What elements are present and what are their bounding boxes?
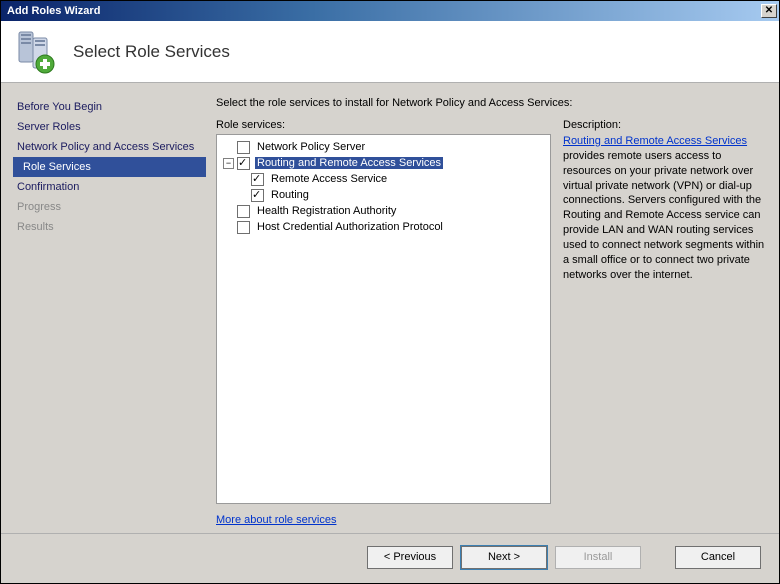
- instruction-text: Select the role services to install for …: [216, 97, 765, 109]
- server-icon: [15, 30, 55, 74]
- wizard-sidebar: Before You Begin Server Roles Network Po…: [1, 83, 206, 533]
- titlebar: Add Roles Wizard ✕: [1, 1, 779, 21]
- tree-item-routing[interactable]: Routing: [219, 187, 548, 203]
- collapse-icon[interactable]: −: [223, 158, 234, 169]
- sidebar-item-results: Results: [15, 217, 206, 237]
- sidebar-item-server-roles[interactable]: Server Roles: [15, 117, 206, 137]
- description-label: Description:: [563, 119, 765, 131]
- wizard-header: Select Role Services: [1, 21, 779, 83]
- role-services-tree[interactable]: Network Policy Server − Routing and Remo…: [216, 134, 551, 504]
- install-button: Install: [555, 546, 641, 569]
- description-body: Routing and Remote Access Services provi…: [563, 134, 765, 282]
- tree-item-ras[interactable]: Remote Access Service: [219, 171, 548, 187]
- tree-label-ras: Remote Access Service: [269, 173, 389, 185]
- checkbox-hcap[interactable]: [237, 221, 250, 234]
- more-about-link[interactable]: More about role services: [216, 504, 551, 528]
- checkbox-nps[interactable]: [237, 141, 250, 154]
- tree-label-routing: Routing: [269, 189, 311, 201]
- sidebar-item-npas[interactable]: Network Policy and Access Services: [15, 137, 206, 157]
- sidebar-item-before-you-begin[interactable]: Before You Begin: [15, 97, 206, 117]
- checkbox-hra[interactable]: [237, 205, 250, 218]
- close-button[interactable]: ✕: [761, 4, 777, 18]
- role-services-label: Role services:: [216, 119, 551, 131]
- previous-button[interactable]: < Previous: [367, 546, 453, 569]
- sidebar-item-progress: Progress: [15, 197, 206, 217]
- checkbox-routing[interactable]: [251, 189, 264, 202]
- wizard-footer: < Previous Next > Install Cancel: [1, 533, 779, 583]
- tree-item-nps[interactable]: Network Policy Server: [219, 139, 548, 155]
- tree-label-nps: Network Policy Server: [255, 141, 367, 153]
- sidebar-item-role-services[interactable]: Role Services: [13, 157, 206, 177]
- wizard-body: Before You Begin Server Roles Network Po…: [1, 83, 779, 533]
- window-title: Add Roles Wizard: [7, 5, 100, 17]
- wizard-main: Select the role services to install for …: [206, 83, 779, 533]
- tree-label-rras: Routing and Remote Access Services: [255, 157, 443, 169]
- sidebar-item-confirmation[interactable]: Confirmation: [15, 177, 206, 197]
- tree-item-rras[interactable]: − Routing and Remote Access Services: [219, 155, 548, 171]
- checkbox-rras[interactable]: [237, 157, 250, 170]
- description-text: provides remote users access to resource…: [563, 150, 764, 281]
- tree-label-hcap: Host Credential Authorization Protocol: [255, 221, 445, 233]
- wizard-window: Add Roles Wizard ✕ Select Role Services …: [0, 0, 780, 584]
- checkbox-ras[interactable]: [251, 173, 264, 186]
- next-button[interactable]: Next >: [461, 546, 547, 569]
- tree-item-hra[interactable]: Health Registration Authority: [219, 203, 548, 219]
- description-title-link[interactable]: Routing and Remote Access Services: [563, 135, 747, 147]
- tree-item-hcap[interactable]: Host Credential Authorization Protocol: [219, 219, 548, 235]
- cancel-button[interactable]: Cancel: [675, 546, 761, 569]
- tree-label-hra: Health Registration Authority: [255, 205, 398, 217]
- page-title: Select Role Services: [73, 42, 230, 62]
